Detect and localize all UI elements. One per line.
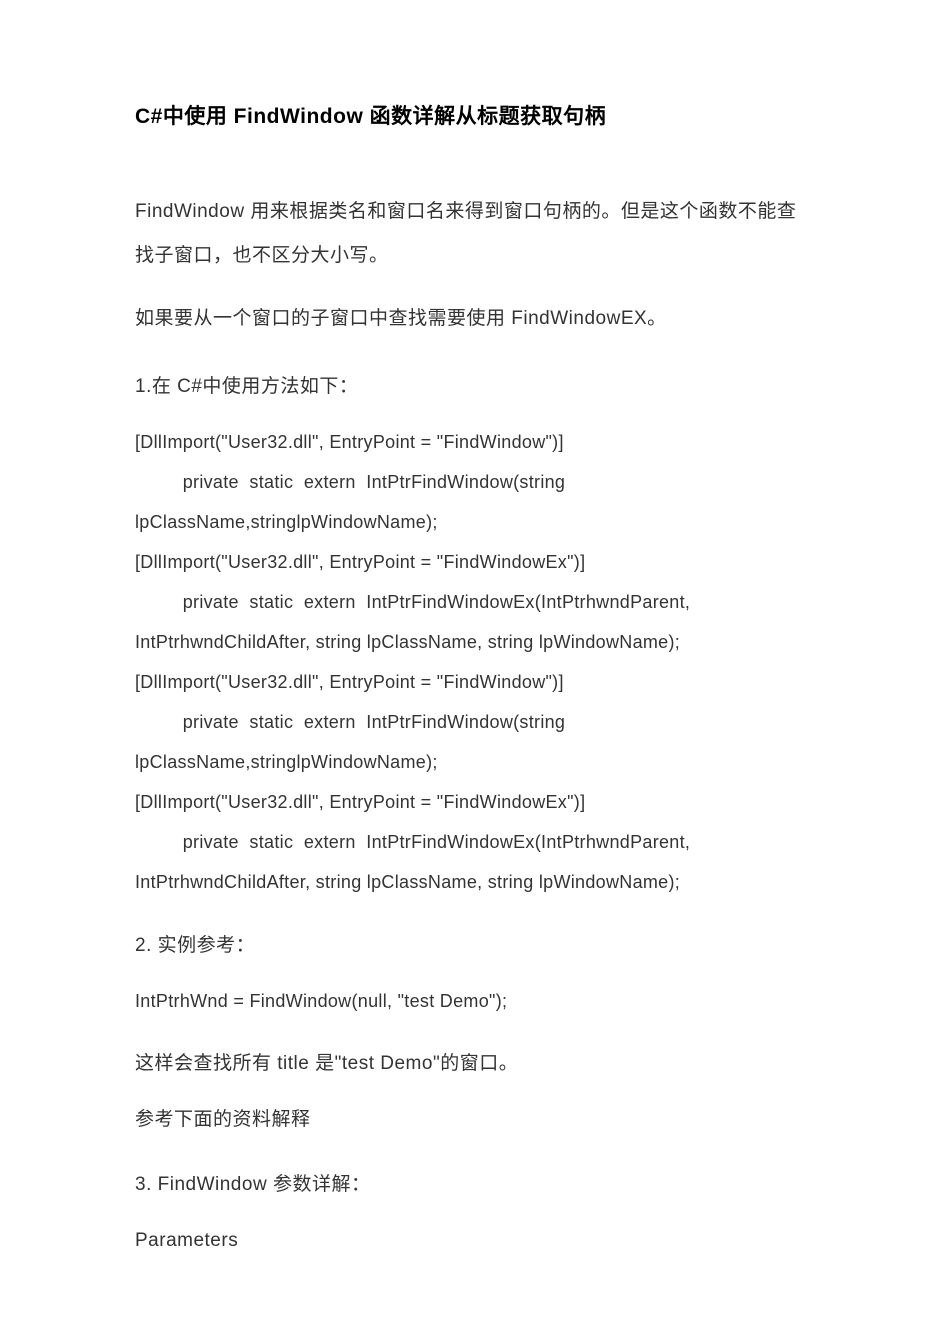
code-line: [DllImport("User32.dll", EntryPoint = "F… bbox=[135, 784, 810, 820]
result-paragraph: 这样会查找所有 title 是"test Demo"的窗口。 bbox=[135, 1045, 810, 1083]
code-line: [DllImport("User32.dll", EntryPoint = "F… bbox=[135, 424, 810, 460]
document-page: C#中使用 FindWindow 函数详解从标题获取句柄 FindWindow … bbox=[0, 0, 945, 1332]
code-line: lpClassName,stringlpWindowName); bbox=[135, 504, 810, 540]
reference-paragraph: 参考下面的资料解释 bbox=[135, 1101, 810, 1139]
section-3-heading: 3. FindWindow 参数详解： bbox=[135, 1169, 810, 1196]
code-line: private static extern IntPtrFindWindowEx… bbox=[135, 824, 810, 860]
code-line: [DllImport("User32.dll", EntryPoint = "F… bbox=[135, 664, 810, 700]
code-line: private static extern IntPtrFindWindow(s… bbox=[135, 464, 810, 500]
intro-paragraph-2: 如果要从一个窗口的子窗口中查找需要使用 FindWindowEX。 bbox=[135, 297, 810, 341]
section-1-heading: 1.在 C#中使用方法如下： bbox=[135, 371, 810, 398]
section-2-heading: 2. 实例参考： bbox=[135, 930, 810, 957]
code-line: private static extern IntPtrFindWindow(s… bbox=[135, 704, 810, 740]
code-line: lpClassName,stringlpWindowName); bbox=[135, 744, 810, 780]
intro-paragraph-1: FindWindow 用来根据类名和窗口名来得到窗口句柄的。但是这个函数不能查找… bbox=[135, 190, 810, 277]
parameters-heading: Parameters bbox=[135, 1222, 810, 1260]
code-block-2: IntPtrhWnd = FindWindow(null, "test Demo… bbox=[135, 983, 810, 1019]
page-title: C#中使用 FindWindow 函数详解从标题获取句柄 bbox=[135, 100, 810, 130]
code-block-1: [DllImport("User32.dll", EntryPoint = "F… bbox=[135, 424, 810, 900]
code-line: IntPtrhwndChildAfter, string lpClassName… bbox=[135, 624, 810, 660]
code-line: IntPtrhWnd = FindWindow(null, "test Demo… bbox=[135, 983, 810, 1019]
code-line: private static extern IntPtrFindWindowEx… bbox=[135, 584, 810, 620]
code-line: IntPtrhwndChildAfter, string lpClassName… bbox=[135, 864, 810, 900]
code-line: [DllImport("User32.dll", EntryPoint = "F… bbox=[135, 544, 810, 580]
